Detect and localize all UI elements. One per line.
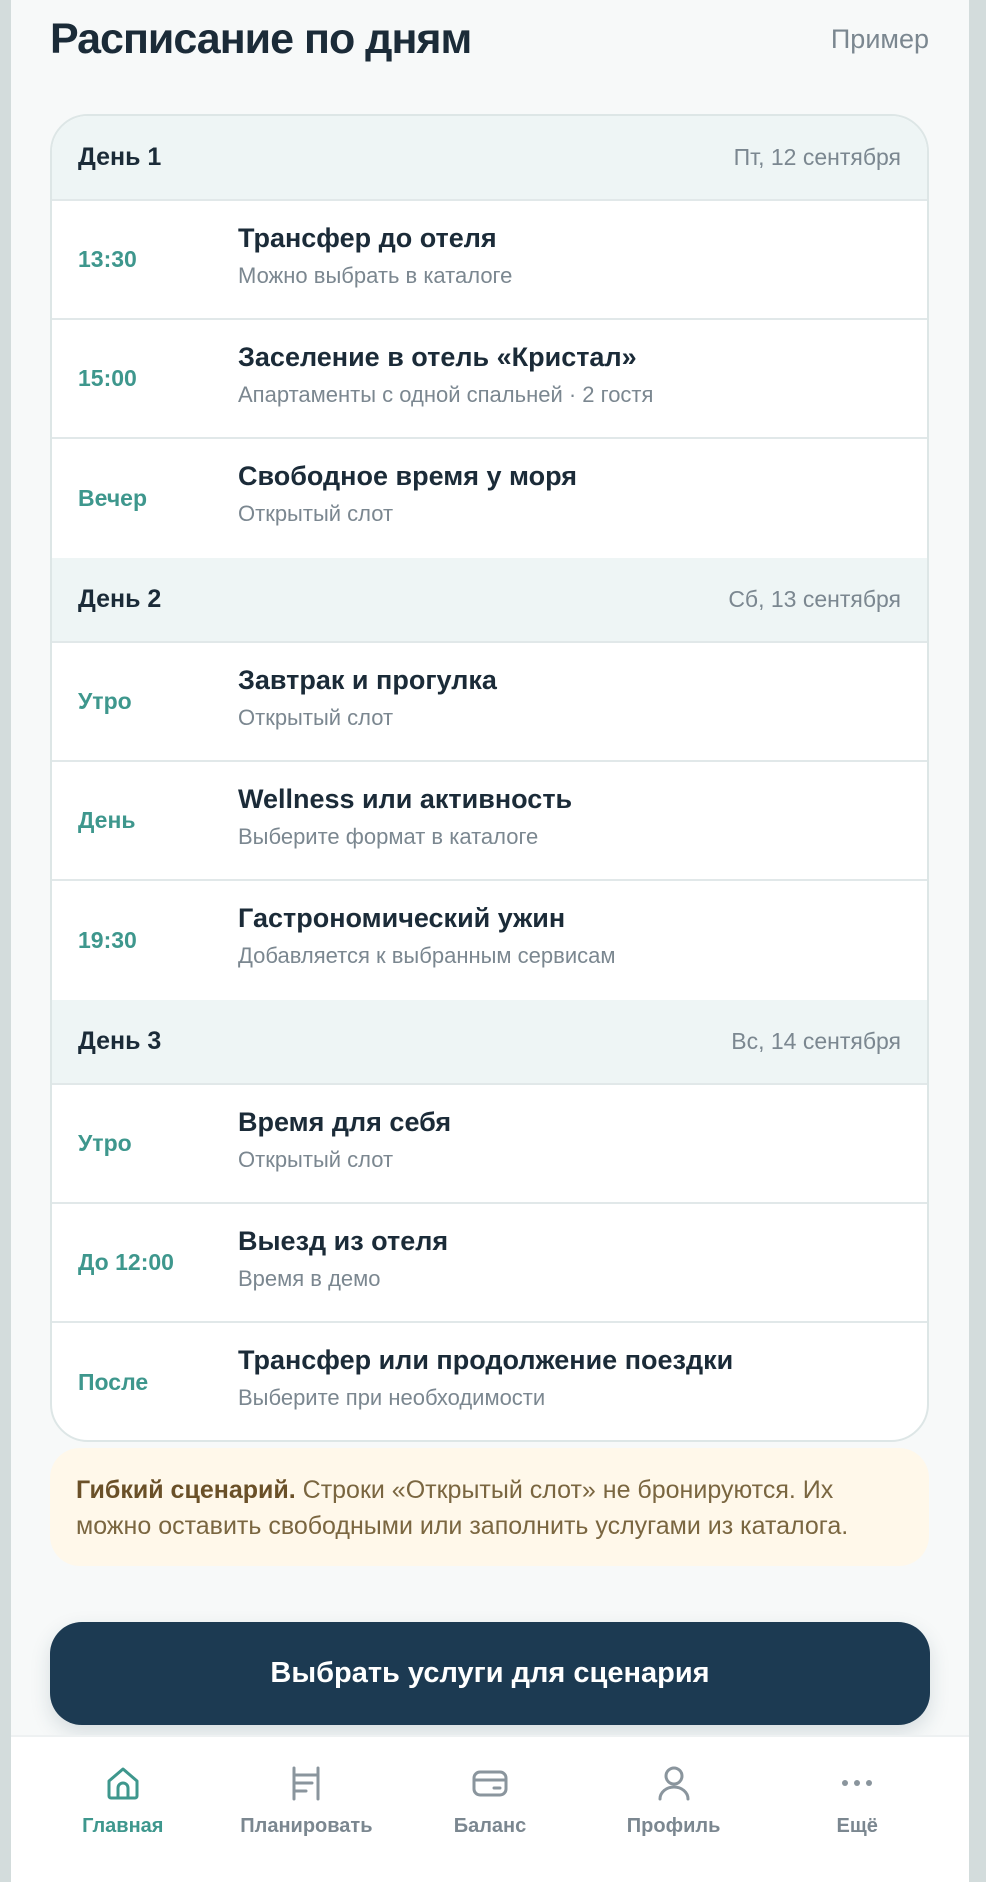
slot-subtitle: Добавляется к выбранным сервисам <box>238 943 616 968</box>
page-title: Расписание по дням <box>50 14 472 63</box>
slot-body: Трансфер до отеля Можно выбрать в катало… <box>238 223 907 289</box>
schedule-slot[interactable]: После Трансфер или продолжение поездки В… <box>52 1323 927 1440</box>
tab-balance[interactable]: Баланс <box>405 1737 575 1882</box>
slot-title: Свободное время у моря <box>238 461 578 491</box>
tab-plan[interactable]: Планировать <box>221 1737 391 1882</box>
slot-body: Гастрономический ужин Добавляется к выбр… <box>238 903 907 969</box>
day-header: День 1 Пт, 12 сентября <box>52 116 927 201</box>
tab-label: Ещё <box>836 1815 878 1837</box>
day-header: День 3 Вс, 14 сентября <box>52 1000 927 1085</box>
slot-body: Время для себя Открытый слот <box>238 1107 907 1173</box>
slot-title: Гастрономический ужин <box>238 903 566 933</box>
slot-subtitle: Выберите формат в каталоге <box>238 824 539 849</box>
tab-profile[interactable]: Профиль <box>589 1737 759 1882</box>
day-title: День 1 <box>78 143 162 171</box>
slot-subtitle: Открытый слот <box>238 1147 394 1172</box>
slot-title: Wellness или активность <box>238 784 573 814</box>
slot-subtitle: Открытый слот <box>238 501 394 526</box>
day-date: Вс, 14 сентября <box>731 1028 901 1054</box>
slot-body: Выезд из отеля Время в демо <box>238 1226 907 1292</box>
slot-body: Свободное время у моря Открытый слот <box>238 461 907 527</box>
slot-body: Трансфер или продолжение поездки Выберит… <box>238 1345 907 1411</box>
day-header: День 2 Сб, 13 сентября <box>52 558 927 643</box>
schedule-slot[interactable]: 15:00 Заселение в отель «Кристал» Апарта… <box>52 320 927 439</box>
more-icon <box>842 1780 873 1786</box>
planner-icon <box>292 1766 320 1801</box>
slot-time: 13:30 <box>78 246 137 272</box>
schedule-slot[interactable]: Утро Завтрак и прогулка Открытый слот <box>52 643 927 762</box>
wallet-icon <box>472 1770 508 1797</box>
notice-heading: Гибкий сценарий. <box>76 1476 296 1504</box>
tab-label: Главная <box>82 1815 164 1837</box>
slot-title: Трансфер или продолжение поездки <box>238 1345 734 1375</box>
schedule-slot[interactable]: Утро Время для себя Открытый слот <box>52 1085 927 1204</box>
slot-title: Трансфер до отеля <box>238 223 497 253</box>
slot-time: День <box>78 807 136 833</box>
slot-title: Выезд из отеля <box>238 1226 449 1256</box>
slot-time: 19:30 <box>78 927 137 953</box>
tab-home[interactable]: Главная <box>38 1737 208 1882</box>
slot-time: После <box>78 1369 149 1395</box>
tab-label: Баланс <box>453 1815 527 1837</box>
schedule-slot[interactable]: До 12:00 Выезд из отеля Время в демо <box>52 1204 927 1323</box>
schedule-slot[interactable]: 13:30 Трансфер до отеля Можно выбрать в … <box>52 201 927 320</box>
user-icon <box>658 1766 690 1801</box>
app-screen: Расписание по дням Пример День 1 Пт, 12 … <box>11 0 969 1882</box>
schedule-slot[interactable]: День Wellness или активность Выберите фо… <box>52 762 927 881</box>
tab-label: Профиль <box>626 1815 721 1837</box>
schedule-card: День 1 Пт, 12 сентября 13:30 Трансфер до… <box>50 114 929 1442</box>
tab-label: Планировать <box>240 1815 373 1837</box>
slot-title: Заселение в отель «Кристал» <box>238 342 637 372</box>
slot-title: Время для себя <box>238 1107 452 1137</box>
slot-time: До 12:00 <box>78 1249 174 1275</box>
slot-body: Заселение в отель «Кристал» Апартаменты … <box>238 342 907 408</box>
slot-time: Утро <box>78 1130 132 1156</box>
example-link[interactable]: Пример <box>831 24 929 55</box>
slot-body: Завтрак и прогулка Открытый слот <box>238 665 907 731</box>
schedule-slot[interactable]: Вечер Свободное время у моря Открытый сл… <box>52 439 927 558</box>
flexible-scenario-notice: Гибкий сценарий. Строки «Открытый слот» … <box>50 1448 929 1566</box>
slot-time: 15:00 <box>78 365 137 391</box>
slot-time: Утро <box>78 688 132 714</box>
tab-more[interactable]: Ещё <box>772 1737 942 1882</box>
day-title: День 2 <box>78 585 162 613</box>
day-date: Сб, 13 сентября <box>728 586 901 612</box>
bottom-tab-bar: Главная Планировать Баланс Профиль Ещё <box>11 1735 969 1882</box>
slot-subtitle: Время в демо <box>238 1266 381 1291</box>
slot-body: Wellness или активность Выберите формат … <box>238 784 907 850</box>
slot-subtitle: Апартаменты с одной спальней · 2 гостя <box>238 382 654 407</box>
day-date: Пт, 12 сентября <box>733 144 901 170</box>
select-services-button[interactable]: Выбрать услуги для сценария <box>50 1622 930 1725</box>
page-header: Расписание по дням Пример <box>50 14 929 64</box>
schedule-slot[interactable]: 19:30 Гастрономический ужин Добавляется … <box>52 881 927 1000</box>
home-icon <box>107 1767 139 1800</box>
slot-title: Завтрак и прогулка <box>238 665 497 695</box>
slot-subtitle: Можно выбрать в каталоге <box>238 263 513 288</box>
slot-subtitle: Выберите при необходимости <box>238 1385 546 1410</box>
slot-time: Вечер <box>78 485 148 511</box>
slot-subtitle: Открытый слот <box>238 705 394 730</box>
day-title: День 3 <box>78 1027 162 1055</box>
